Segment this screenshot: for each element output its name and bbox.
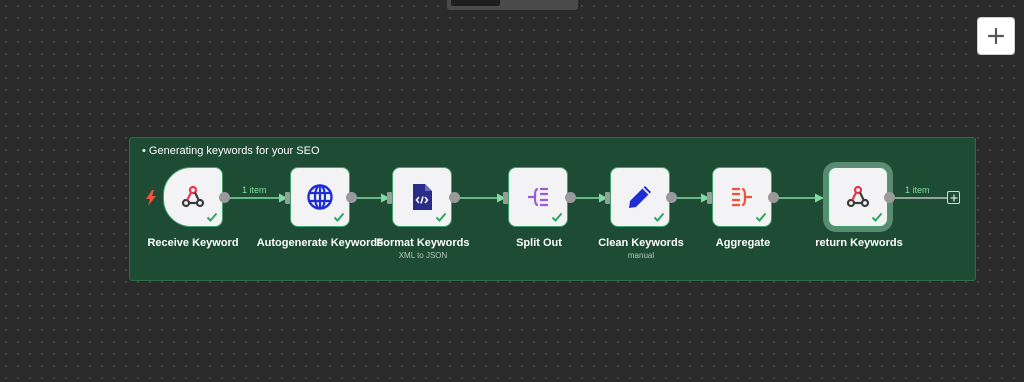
node-aggregate[interactable] bbox=[712, 167, 772, 227]
plus-icon bbox=[950, 194, 957, 201]
plus-icon bbox=[987, 27, 1005, 45]
check-icon bbox=[755, 212, 767, 222]
node-autogenerate-keywords[interactable] bbox=[290, 167, 350, 227]
output-port[interactable] bbox=[884, 192, 895, 203]
node-label: Receive Keyword bbox=[147, 237, 239, 249]
output-port[interactable] bbox=[666, 192, 677, 203]
output-port[interactable] bbox=[768, 192, 779, 203]
globe-icon bbox=[305, 182, 335, 212]
split-out-icon bbox=[523, 182, 553, 212]
node-receive-keyword[interactable] bbox=[163, 167, 223, 227]
node-clean-keywords[interactable] bbox=[610, 167, 670, 227]
trigger-bolt-icon bbox=[146, 190, 156, 206]
node-split-out[interactable] bbox=[508, 167, 568, 227]
file-code-icon bbox=[407, 182, 437, 212]
top-toolbar bbox=[447, 0, 578, 10]
zoom-in-button[interactable] bbox=[977, 17, 1015, 55]
output-port[interactable] bbox=[219, 192, 230, 203]
node-subtitle: manual bbox=[627, 251, 655, 260]
node-subtitle: XML to JSON bbox=[398, 251, 448, 260]
check-icon bbox=[206, 212, 218, 222]
webhook-icon bbox=[178, 182, 208, 212]
webhook-icon bbox=[843, 182, 873, 212]
check-icon bbox=[435, 212, 447, 222]
add-node-button[interactable] bbox=[947, 191, 960, 204]
item-count: 1 item bbox=[905, 185, 930, 195]
node-format-keywords[interactable] bbox=[392, 167, 452, 227]
toolbar-tab[interactable] bbox=[451, 0, 500, 6]
check-icon bbox=[871, 212, 883, 222]
output-port[interactable] bbox=[449, 192, 460, 203]
check-icon bbox=[653, 212, 665, 222]
pencil-icon bbox=[625, 182, 655, 212]
node-return-keywords[interactable] bbox=[828, 167, 888, 227]
group-title: Generating keywords for your SEO bbox=[142, 145, 320, 157]
aggregate-icon bbox=[727, 182, 757, 212]
node-label: Aggregate bbox=[715, 237, 771, 249]
check-icon bbox=[333, 212, 345, 222]
node-label: return Keywords bbox=[815, 237, 903, 249]
output-port[interactable] bbox=[565, 192, 576, 203]
item-count: 1 item bbox=[242, 185, 267, 195]
node-label: Format Keywords bbox=[376, 237, 470, 249]
output-port[interactable] bbox=[346, 192, 357, 203]
check-icon bbox=[551, 212, 563, 222]
